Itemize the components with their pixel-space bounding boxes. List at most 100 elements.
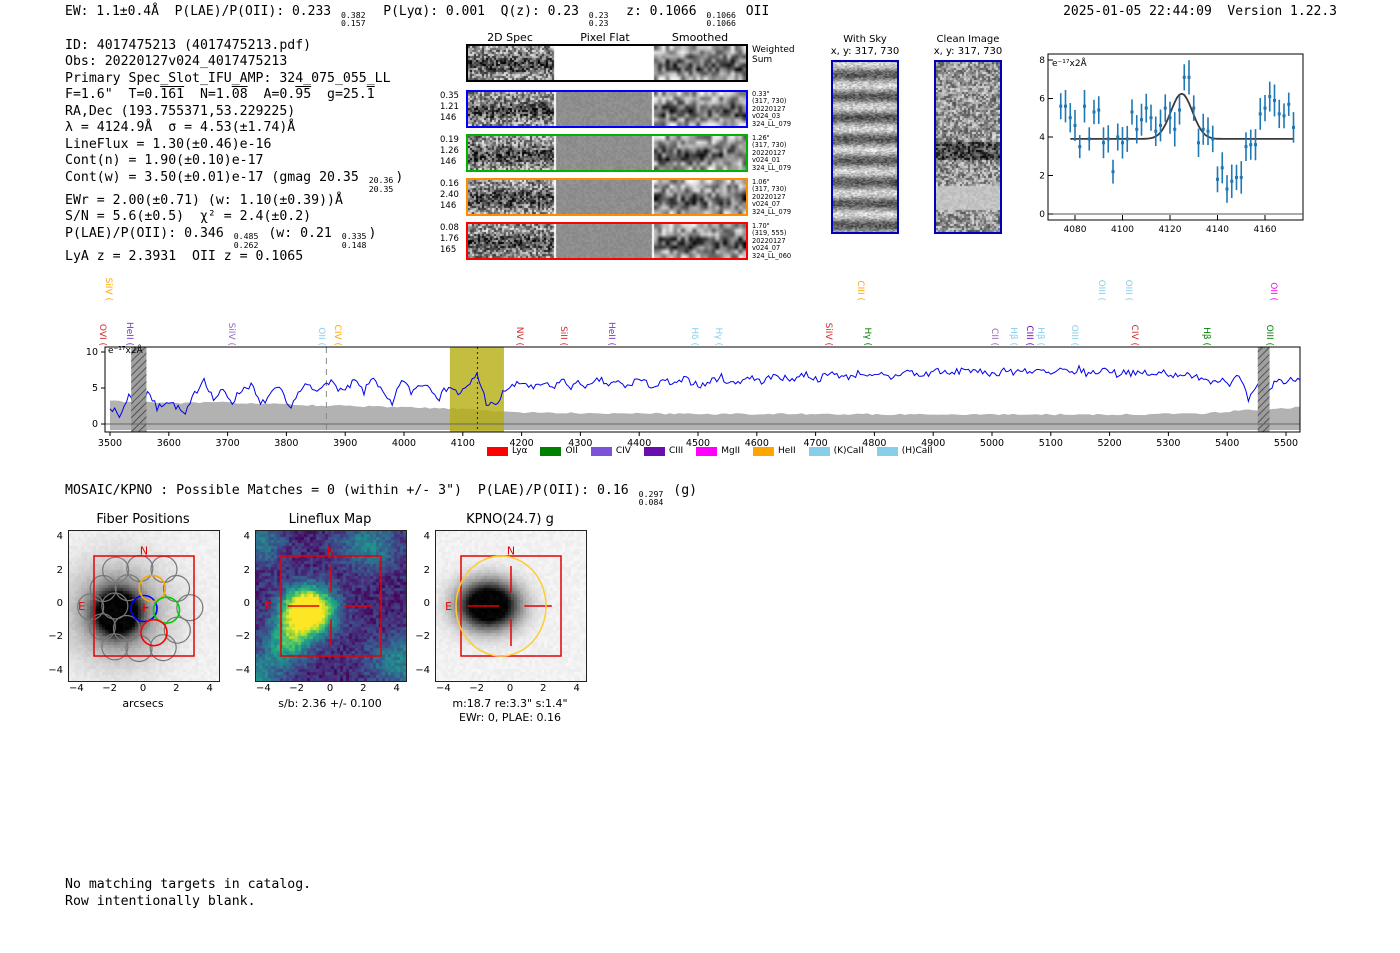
data-point: [1273, 98, 1276, 102]
emission-line-label: CIV (: [332, 324, 342, 346]
spec2d-row: [466, 90, 748, 128]
data-point: [1268, 95, 1272, 99]
info-line: Primary Spec_Slot_IFU_AMP: 324_075_055_L…: [65, 70, 391, 86]
emission-line-label: Hβ (: [1008, 327, 1018, 346]
footer-line: Row intentionally blank.: [65, 894, 256, 909]
data-point: [1073, 123, 1077, 127]
axis-text: 3900: [333, 438, 357, 449]
masked-region-band: [1257, 347, 1270, 432]
info-line: F=1.6" T=0.161 N=1.08 A=0.95 g=25.1: [65, 87, 375, 103]
spec2d-row-image: [468, 46, 746, 80]
spectrum-legend: Lyα OII CIV CIII MgII HeII (K)CaII (H)CaII: [487, 446, 933, 456]
header-summary-line: EW: 1.1±0.4Å P(LAE)/P(OII): 0.233 0.382 0…: [65, 4, 770, 28]
data-point: [1064, 104, 1067, 108]
spec2d-row-image: [468, 136, 746, 170]
data-point: [1216, 177, 1219, 181]
data-point: [1078, 145, 1082, 149]
y-axis-tick-label: 4: [423, 531, 430, 543]
axis-text: 5200: [1098, 438, 1122, 449]
withsky-title-text: With Sky: [843, 34, 887, 45]
data-point: [1211, 137, 1215, 141]
line-fit-zoom-plot: 0 2 4 6 8 4080 4100 4120 4140 4160 e⁻¹⁷x2Å: [1039, 53, 1304, 235]
data-point: [1144, 106, 1148, 110]
elixer-detection-report: EW: 1.1±0.4Å P(LAE)/P(OII): 0.233 0.382 0…: [0, 0, 1400, 953]
cleanimage-title-text: Clean Image: [936, 34, 1000, 45]
data-point: [1154, 129, 1158, 133]
legend-swatch: [696, 446, 718, 456]
catalog-footer-note: No matching targets in catalog. Row inten…: [65, 876, 311, 910]
data-point: [1192, 106, 1196, 110]
cutout-xlabel: s/b: 2.36 +/- 0.100: [278, 697, 382, 710]
cleanimage-subtitle: x, y: 317, 730: [933, 46, 1003, 57]
x-axis-tick-label: 2: [173, 683, 180, 694]
spec2d-row-left-labels: 0.35 1.21 146: [440, 91, 459, 123]
data-point: [1178, 108, 1181, 112]
spec2d-row-right-labels: Weighted Sum: [752, 45, 795, 65]
emission-line-label: HeII (: [124, 322, 134, 346]
legend-label: CIII: [668, 446, 684, 456]
data-point: [1249, 143, 1253, 147]
info-line: Cont(w) = 3.50(±0.01)e-17 (gmag 20.35 20…: [65, 169, 404, 194]
y-axis-tick-label: 4: [243, 531, 250, 543]
legend-item: OII: [540, 446, 578, 456]
x-axis-tick-label: −4: [255, 683, 271, 694]
emission-line-label: Hγ (: [862, 327, 872, 346]
spec2d-row-left-labels: 0.19 1.26 146: [440, 135, 459, 167]
data-point: [1173, 127, 1177, 131]
y-axis-tick-label: 0: [423, 598, 430, 609]
y-axis-tick-label: −2: [415, 631, 430, 643]
data-point: [1239, 175, 1243, 179]
axis-text: 0: [1039, 210, 1045, 220]
data-point: [1135, 127, 1139, 131]
axis-text: 4140: [1206, 225, 1229, 235]
legend-item: Lyα: [487, 446, 527, 456]
withsky-image: [831, 60, 899, 234]
data-point: [1292, 125, 1295, 129]
legend-swatch: [643, 446, 665, 456]
x-axis-tick-label: 0: [506, 683, 514, 694]
emission-line-label: NV (: [514, 326, 524, 346]
data-point: [1102, 141, 1105, 145]
emission-line-label: OIII (: [1096, 279, 1106, 301]
data-point: [1277, 112, 1281, 116]
x-axis-tick-label: −4: [68, 683, 84, 694]
emission-line-label: Hδ (: [689, 327, 699, 346]
y-axis-tick-label: 0: [56, 598, 63, 609]
data-point: [1092, 110, 1096, 114]
axis-text: 4160: [1254, 225, 1277, 235]
x-axis-tick-label: 4: [393, 683, 400, 694]
axis-text: 6: [1039, 95, 1045, 105]
stacked-uncertainty: 0.382 0.157: [340, 9, 366, 28]
legend-item: HeII: [753, 446, 796, 456]
kpno_g-image: [435, 530, 587, 682]
masked-region-band: [131, 347, 147, 432]
cleanimage-title: Clean Image x, y: 317, 730: [916, 34, 1020, 58]
spec2d-row-right-labels: 1.06" (317, 730) 20220127 v024_07 324_LL…: [752, 178, 792, 216]
x-axis-tick-label: −2: [289, 683, 305, 694]
y-axis-tick-label: −2: [48, 631, 63, 643]
stacked-uncertainty: 20.36 20.35: [368, 175, 394, 194]
axis-text: 8: [1039, 56, 1045, 66]
spec2d-row-right-labels: 1.26" (317, 730) 20220127 v024_01 324_LL…: [752, 134, 792, 172]
info-line: Cont(n) = 1.90(±0.10)e-17: [65, 153, 264, 169]
data-point: [1197, 141, 1200, 145]
data-point: [1263, 106, 1267, 110]
mosaic-kpno-line: MOSAIC/KPNO : Possible Matches = 0 (with…: [65, 483, 698, 507]
axis-text: 5: [92, 383, 98, 394]
emission-line-label: OII (: [316, 327, 326, 346]
y-axis-tick-label: 0: [243, 598, 250, 609]
spec2d-row: [466, 222, 748, 260]
data-point: [1230, 179, 1234, 183]
legend-label: CIV: [615, 446, 631, 456]
legend-swatch: [753, 446, 775, 456]
x-axis-tick-label: 0: [326, 683, 334, 694]
spec2d-row: [466, 134, 748, 172]
y-axis-tick-label: −4: [235, 664, 250, 676]
data-point: [1168, 116, 1172, 120]
legend-label: MgII: [721, 446, 741, 456]
emission-line-label: OIII (: [1264, 324, 1274, 346]
data-point: [1083, 104, 1086, 108]
spec2d-col-header-pixelflat: Pixel Flat: [580, 31, 630, 44]
emission-line-label: Hβ (: [1201, 327, 1211, 346]
spec2d-row-image: [468, 224, 746, 258]
